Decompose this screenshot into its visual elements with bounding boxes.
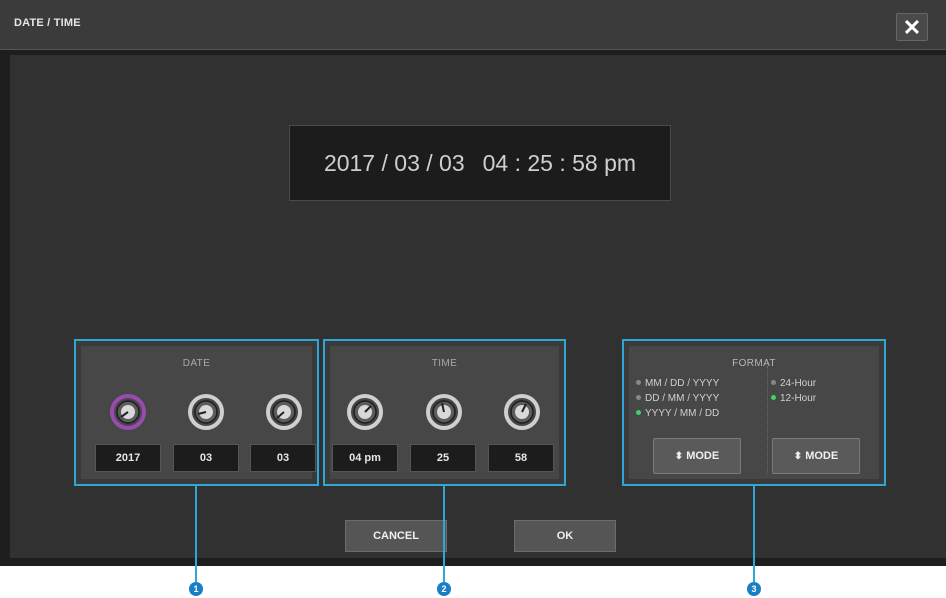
indicator-dot bbox=[771, 380, 776, 385]
indicator-dot bbox=[636, 380, 641, 385]
time-minute-knob[interactable] bbox=[426, 394, 462, 430]
format-ddmmyyyy: DD / MM / YYYY bbox=[636, 393, 719, 404]
time-panel: TIME 04 pm 25 58 bbox=[323, 339, 566, 486]
format-12-hour-label: 12-Hour bbox=[780, 393, 817, 404]
hour-format-mode-button[interactable]: ⬍ MODE bbox=[772, 438, 860, 474]
format-panel: FORMAT MM / DD / YYYY DD / MM / YYYY YYY… bbox=[622, 339, 886, 486]
callout-leader-3 bbox=[753, 486, 755, 582]
format-24-hour: 24-Hour bbox=[771, 378, 816, 389]
time-hour-field[interactable]: 04 pm bbox=[332, 444, 398, 472]
indicator-dot bbox=[636, 395, 641, 400]
date-day-field[interactable]: 03 bbox=[250, 444, 316, 472]
callout-leader-2 bbox=[443, 486, 445, 582]
time-second-field[interactable]: 58 bbox=[488, 444, 554, 472]
format-mmddyyyy-label: MM / DD / YYYY bbox=[645, 378, 720, 389]
format-yyyymmdd-label: YYYY / MM / DD bbox=[645, 408, 720, 419]
callout-leader-1 bbox=[195, 486, 197, 582]
datetime-display: 2017 / 03 / 03 04 : 25 : 58 pm bbox=[289, 125, 671, 201]
format-24-hour-label: 24-Hour bbox=[780, 378, 817, 389]
format-divider bbox=[767, 366, 768, 474]
format-12-hour: 12-Hour bbox=[771, 393, 816, 404]
date-mode-label: MODE bbox=[686, 450, 720, 462]
hour-mode-label: MODE bbox=[805, 450, 839, 462]
close-button[interactable]: ✕ bbox=[896, 13, 928, 41]
time-panel-label: TIME bbox=[431, 358, 458, 369]
time-minute-field[interactable]: 25 bbox=[410, 444, 476, 472]
date-panel: DATE 2017 03 03 bbox=[74, 339, 319, 486]
close-icon: ✕ bbox=[902, 15, 922, 40]
indicator-dot bbox=[771, 395, 776, 400]
up-down-arrow-icon: ⬍ bbox=[793, 451, 803, 462]
format-ddmmyyyy-label: DD / MM / YYYY bbox=[645, 393, 720, 404]
date-month-field[interactable]: 03 bbox=[173, 444, 239, 472]
time-second-knob[interactable] bbox=[504, 394, 540, 430]
cancel-button[interactable]: CANCEL bbox=[345, 520, 447, 552]
callout-2: 2 bbox=[437, 582, 451, 596]
indicator-dot bbox=[636, 410, 641, 415]
format-panel-label: FORMAT bbox=[732, 358, 776, 369]
callout-1: 1 bbox=[189, 582, 203, 596]
title-bar: DATE / TIME ✕ bbox=[0, 0, 946, 50]
date-format-mode-button[interactable]: ⬍ MODE bbox=[653, 438, 741, 474]
window-title: DATE / TIME bbox=[14, 17, 81, 29]
format-mmddyyyy: MM / DD / YYYY bbox=[636, 378, 719, 389]
date-day-knob[interactable] bbox=[266, 394, 302, 430]
display-time: 04 : 25 : 58 pm bbox=[482, 149, 637, 176]
date-month-knob[interactable] bbox=[188, 394, 224, 430]
date-year-field[interactable]: 2017 bbox=[95, 444, 161, 472]
format-yyyymmdd: YYYY / MM / DD bbox=[636, 408, 719, 419]
date-time-window: DATE / TIME ✕ 2017 / 03 / 03 04 : 25 : 5… bbox=[0, 0, 946, 566]
date-year-knob[interactable] bbox=[110, 394, 146, 430]
display-date: 2017 / 03 / 03 bbox=[323, 149, 465, 176]
time-hour-knob[interactable] bbox=[347, 394, 383, 430]
date-panel-label: DATE bbox=[182, 358, 211, 369]
up-down-arrow-icon: ⬍ bbox=[674, 451, 684, 462]
ok-button[interactable]: OK bbox=[514, 520, 616, 552]
callout-3: 3 bbox=[747, 582, 761, 596]
